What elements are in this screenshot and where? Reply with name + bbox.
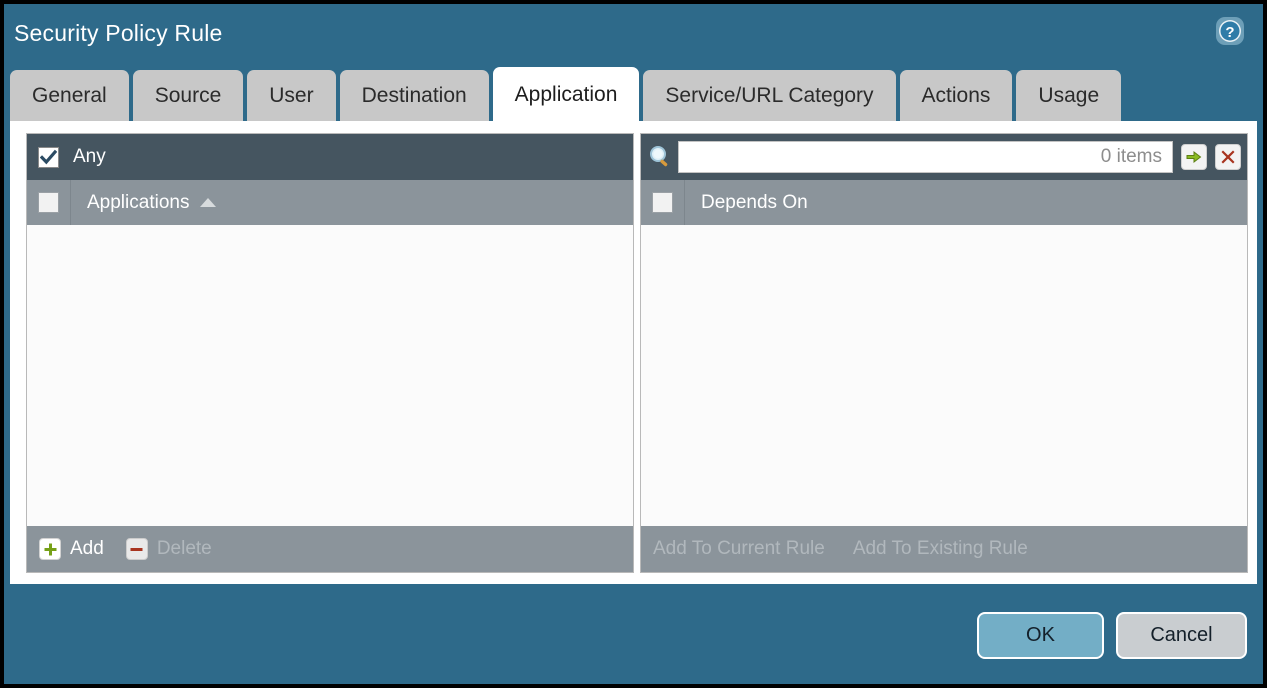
applications-panel-footer: Add Delete bbox=[27, 526, 633, 572]
search-input[interactable] bbox=[679, 142, 1101, 172]
tab-user[interactable]: User bbox=[247, 70, 335, 122]
tab-label: User bbox=[269, 84, 313, 108]
add-to-existing-rule-button[interactable]: Add To Existing Rule bbox=[853, 538, 1028, 560]
tab-general[interactable]: General bbox=[10, 70, 129, 122]
tabstrip: General Source User Destination Applicat… bbox=[10, 67, 1257, 122]
add-button-label: Add bbox=[70, 538, 104, 560]
help-circle-icon[interactable]: ? bbox=[1215, 16, 1245, 46]
applications-list-body[interactable] bbox=[27, 225, 633, 526]
search-field[interactable]: 0 items bbox=[678, 141, 1173, 173]
tab-label: Actions bbox=[922, 84, 991, 108]
sort-ascending-icon[interactable] bbox=[200, 198, 216, 207]
svg-text:?: ? bbox=[1225, 24, 1234, 41]
add-to-current-rule-button[interactable]: Add To Current Rule bbox=[653, 538, 825, 560]
tab-label: Application bbox=[515, 83, 618, 107]
tab-service-url-category[interactable]: Service/URL Category bbox=[643, 70, 895, 122]
security-policy-rule-dialog: Security Policy Rule ? General Source Us… bbox=[4, 4, 1263, 684]
depends-on-panel: 0 items Depends On bbox=[640, 133, 1248, 573]
clear-search-button[interactable] bbox=[1215, 144, 1241, 170]
dialog-footer: OK Cancel bbox=[4, 584, 1263, 684]
any-checkbox-row[interactable]: Any bbox=[27, 134, 106, 180]
depends-on-select-all-cell[interactable] bbox=[641, 180, 685, 225]
dialog-title: Security Policy Rule bbox=[14, 20, 223, 47]
magnifier-icon[interactable] bbox=[647, 144, 673, 170]
tab-usage[interactable]: Usage bbox=[1016, 70, 1121, 122]
depends-on-column-title-group[interactable]: Depends On bbox=[701, 192, 808, 214]
delete-button-label: Delete bbox=[157, 538, 212, 560]
applications-panel: Any Applications bbox=[26, 133, 634, 573]
apply-search-button[interactable] bbox=[1181, 144, 1207, 170]
applications-select-all-cell[interactable] bbox=[27, 180, 71, 225]
applications-select-all-checkbox[interactable] bbox=[38, 192, 59, 213]
add-button[interactable]: Add bbox=[39, 538, 104, 560]
dialog-titlebar: Security Policy Rule ? bbox=[4, 4, 1263, 66]
depends-on-select-all-checkbox[interactable] bbox=[652, 192, 673, 213]
applications-panel-header bbox=[27, 134, 633, 180]
applications-column-header: Applications bbox=[27, 180, 633, 225]
tab-content-application: Any Applications bbox=[10, 121, 1257, 584]
any-label: Any bbox=[73, 146, 106, 168]
minus-icon bbox=[126, 538, 148, 560]
applications-column-label: Applications bbox=[87, 192, 189, 214]
tab-source[interactable]: Source bbox=[133, 70, 244, 122]
plus-icon bbox=[39, 538, 61, 560]
tab-application[interactable]: Application bbox=[493, 67, 640, 122]
tab-actions[interactable]: Actions bbox=[900, 70, 1013, 122]
tab-label: Service/URL Category bbox=[665, 84, 873, 108]
any-checkbox[interactable] bbox=[38, 147, 59, 168]
ok-button[interactable]: OK bbox=[977, 612, 1104, 659]
search-row: 0 items bbox=[641, 134, 1247, 180]
delete-button[interactable]: Delete bbox=[126, 538, 212, 560]
items-count-label: 0 items bbox=[1101, 146, 1172, 168]
depends-on-column-header: Depends On bbox=[641, 180, 1247, 225]
depends-on-column-label: Depends On bbox=[701, 192, 808, 214]
tab-label: Source bbox=[155, 84, 222, 108]
depends-on-panel-footer: Add To Current Rule Add To Existing Rule bbox=[641, 526, 1247, 572]
tab-label: General bbox=[32, 84, 107, 108]
tab-label: Destination bbox=[362, 84, 467, 108]
tab-label: Usage bbox=[1038, 84, 1099, 108]
depends-on-list-body[interactable] bbox=[641, 225, 1247, 526]
cancel-button[interactable]: Cancel bbox=[1116, 612, 1247, 659]
tab-destination[interactable]: Destination bbox=[340, 70, 489, 122]
applications-column-title-group[interactable]: Applications bbox=[87, 192, 216, 214]
